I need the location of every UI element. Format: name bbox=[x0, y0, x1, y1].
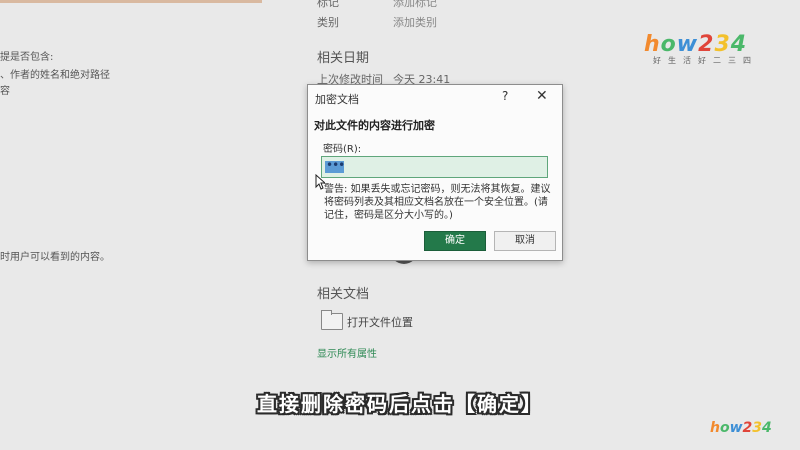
help-icon[interactable]: ? bbox=[502, 89, 508, 103]
password-dots: ••• bbox=[326, 158, 345, 172]
password-label: 密码(R): bbox=[323, 144, 362, 155]
left-text-3: 容 bbox=[0, 86, 10, 97]
brand-logo: how234 好生活好二三四 bbox=[644, 32, 774, 66]
open-location-link[interactable]: 打开文件位置 bbox=[347, 314, 413, 330]
video-caption: 直接删除密码后点击【确定】 bbox=[257, 392, 543, 416]
dates-section-title: 相关日期 bbox=[317, 51, 370, 66]
dialog-heading: 对此文件的内容进行加密 bbox=[314, 119, 435, 132]
tag-value[interactable]: 添加标记 bbox=[393, 0, 437, 10]
watermark-logo: how234 bbox=[710, 420, 772, 436]
related-docs-title: 相关文档 bbox=[317, 287, 370, 302]
logo-tagline: 好生活好二三四 bbox=[653, 56, 758, 65]
close-icon[interactable]: ✕ bbox=[536, 88, 548, 104]
category-value[interactable]: 添加类别 bbox=[393, 14, 437, 30]
mouse-cursor-icon bbox=[315, 174, 325, 190]
ok-button[interactable]: 确定 bbox=[424, 231, 486, 251]
dialog-title: 加密文档 bbox=[315, 93, 359, 106]
left-text-1: 提是否包含: bbox=[0, 52, 54, 63]
warning-text: 警告: 如果丢失或忘记密码，则无法将其恢复。建议将密码列表及其相应文档名放在一个… bbox=[324, 184, 551, 221]
top-accent-bar bbox=[0, 0, 262, 3]
left-text-4: 时用户可以看到的内容。 bbox=[0, 252, 110, 263]
cancel-button[interactable]: 取消 bbox=[494, 231, 556, 251]
password-input[interactable]: ••• bbox=[321, 156, 548, 178]
tag-label: 标记 bbox=[317, 0, 339, 9]
folder-icon bbox=[321, 310, 343, 330]
left-text-2: 、作者的姓名和绝对路径 bbox=[0, 70, 110, 81]
show-all-properties-link[interactable]: 显示所有属性 bbox=[317, 345, 377, 360]
category-label: 类别 bbox=[317, 16, 339, 29]
encrypt-document-dialog: 加密文档 ? ✕ 对此文件的内容进行加密 密码(R): ••• 警告: 如果丢失… bbox=[307, 84, 563, 261]
logo-text: how234 bbox=[644, 32, 748, 57]
